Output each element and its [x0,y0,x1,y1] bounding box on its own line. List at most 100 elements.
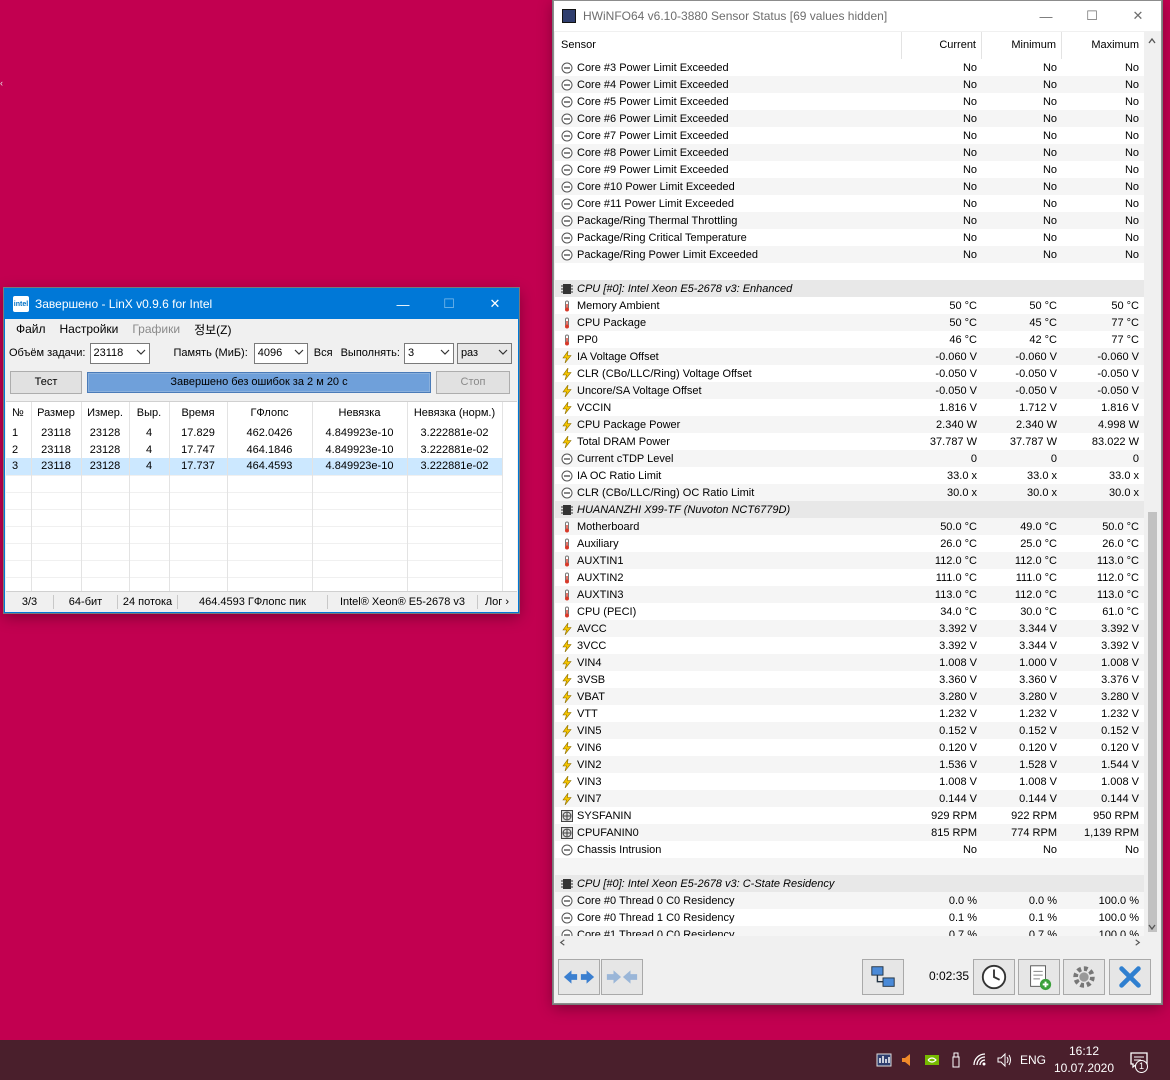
scroll-up-icon[interactable] [1147,36,1157,46]
log-button[interactable]: Лог › [478,595,516,609]
sensor-row[interactable]: Core #10 Power Limit Exceeded No No No [555,178,1145,195]
tray-clock[interactable]: 16:12 10.07.2020 [1052,1040,1116,1080]
sensor-row[interactable]: Core #4 Power Limit Exceeded No No No [555,76,1145,93]
sensor-row[interactable]: VIN3 1.008 V 1.008 V 1.008 V [555,773,1145,790]
collapse-button[interactable] [601,959,643,995]
menu-info[interactable]: 정보(Z) [187,321,238,338]
sensor-row[interactable]: VIN4 1.008 V 1.000 V 1.008 V [555,654,1145,671]
settings-button[interactable] [1063,959,1105,995]
sensor-row[interactable]: CPUFANIN0 815 RPM 774 RPM 1,139 RPM [555,824,1145,841]
scroll-thumb[interactable] [1148,512,1157,932]
sensor-row[interactable] [555,858,1145,875]
sensor-group-header[interactable]: CPU [#0]: Intel Xeon E5-2678 v3: Enhance… [555,280,1145,297]
sensor-row[interactable] [555,263,1145,280]
sensor-row[interactable]: Core #5 Power Limit Exceeded No No No [555,93,1145,110]
column-current[interactable]: Current [902,32,982,59]
tray-hwinfo[interactable] [872,1040,896,1080]
scroll-left-icon[interactable] [558,938,567,947]
sensor-row[interactable]: Core #8 Power Limit Exceeded No No No [555,144,1145,161]
maximize-button[interactable]: ☐ [1069,1,1115,31]
sensor-row[interactable]: VCCIN 1.816 V 1.712 V 1.816 V [555,399,1145,416]
hwinfo-titlebar[interactable]: HWiNFO64 v6.10-3880 Sensor Status [69 va… [554,1,1161,31]
sensor-row[interactable]: VIN7 0.144 V 0.144 V 0.144 V [555,790,1145,807]
sensor-row[interactable]: 3VCC 3.392 V 3.344 V 3.392 V [555,637,1145,654]
column-header[interactable]: Размер [31,402,82,424]
sensor-row[interactable]: AVCC 3.392 V 3.344 V 3.392 V [555,620,1145,637]
report-button[interactable] [1018,959,1060,995]
sensor-row[interactable]: Core #7 Power Limit Exceeded No No No [555,127,1145,144]
sensor-row[interactable]: PP0 46 °C 42 °C 77 °C [555,331,1145,348]
sensor-row[interactable]: VIN2 1.536 V 1.528 V 1.544 V [555,756,1145,773]
scroll-down-icon[interactable] [1147,922,1157,932]
column-header[interactable]: Невязка (норм.) [407,402,503,424]
sensor-row[interactable]: Core #11 Power Limit Exceeded No No No [555,195,1145,212]
maximize-button[interactable]: ☐ [426,289,472,319]
sensor-row[interactable]: VBAT 3.280 V 3.280 V 3.280 V [555,688,1145,705]
column-minimum[interactable]: Minimum [982,32,1062,59]
scroll-right-icon[interactable] [1133,938,1142,947]
sensor-row[interactable]: Core #6 Power Limit Exceeded No No No [555,110,1145,127]
menu-file[interactable]: Файл [9,322,53,336]
test-button[interactable]: Тест [10,370,82,394]
sensor-row[interactable]: IA OC Ratio Limit 33.0 x 33.0 x 33.0 x [555,467,1145,484]
column-header[interactable]: Выр. [129,402,170,424]
column-header[interactable]: ГФлопс [227,402,313,424]
sensor-row[interactable]: Memory Ambient 50 °C 50 °C 50 °C [555,297,1145,314]
column-maximum[interactable]: Maximum [1062,32,1144,59]
horizontal-scrollbar[interactable] [555,936,1145,949]
sensor-row[interactable]: Uncore/SA Voltage Offset -0.050 V -0.050 V… [555,382,1145,399]
sensor-row[interactable]: Total DRAM Power 37.787 W 37.787 W 83.022 W [555,433,1145,450]
tray-usb[interactable] [944,1040,968,1080]
minimize-button[interactable]: — [1023,1,1069,31]
sensor-group-header[interactable]: CPU [#0]: Intel Xeon E5-2678 v3: C-State… [555,875,1145,892]
network-button[interactable] [862,959,904,995]
tray-speaker[interactable] [896,1040,920,1080]
table-row[interactable]: 1 23118 23128 4 17.829 462.0426 4.849923e-10 3.… [6,424,503,441]
sensor-row[interactable]: VIN5 0.152 V 0.152 V 0.152 V [555,722,1145,739]
sensor-group-header[interactable]: HUANANZHI X99-TF (Nuvoton NCT6779D) [555,501,1145,518]
sensor-row[interactable]: Chassis Intrusion No No No [555,841,1145,858]
table-row[interactable]: 2 23118 23128 4 17.747 464.1846 4.849923e-10 3.… [6,441,503,458]
sensor-row[interactable]: Motherboard 50.0 °C 49.0 °C 50.0 °C [555,518,1145,535]
close-button[interactable]: ✕ [472,289,518,319]
minimize-button[interactable]: — [380,289,426,319]
sensor-row[interactable]: Core #3 Power Limit Exceeded No No No [555,59,1145,76]
sensor-row[interactable]: Current cTDP Level 0 0 0 [555,450,1145,467]
vertical-scrollbar[interactable] [1144,32,1161,936]
sensor-row[interactable]: Core #9 Power Limit Exceeded No No No [555,161,1145,178]
problem-size-combo[interactable]: 23118 [89,342,150,364]
menu-settings[interactable]: Настройки [53,322,126,336]
sensor-row[interactable]: AUXTIN3 113.0 °C 112.0 °C 113.0 °C [555,586,1145,603]
sensor-row[interactable]: 3VSB 3.360 V 3.360 V 3.376 V [555,671,1145,688]
table-row[interactable]: 3 23118 23128 4 17.737 464.4593 4.849923e-10 3.… [6,458,503,475]
sensor-row[interactable]: Package/Ring Critical Temperature No No No [555,229,1145,246]
sensor-row[interactable]: Core #0 Thread 1 C0 Residency 0.1 % 0.1 % 1… [555,909,1145,926]
column-header[interactable]: Время [169,402,228,424]
sensor-row[interactable]: AUXTIN1 112.0 °C 112.0 °C 113.0 °C [555,552,1145,569]
sensor-row[interactable]: VTT 1.232 V 1.232 V 1.232 V [555,705,1145,722]
expand-button[interactable] [558,959,600,995]
tray-notifications[interactable]: 1 [1122,1040,1156,1080]
column-header[interactable]: № [6,402,32,424]
sensor-row[interactable]: AUXTIN2 111.0 °C 111.0 °C 112.0 °C [555,569,1145,586]
sensor-row[interactable]: VIN6 0.120 V 0.120 V 0.120 V [555,739,1145,756]
memory-combo[interactable]: 4096 [253,342,308,364]
all-memory-label[interactable]: Вся [314,347,333,359]
tray-nvidia[interactable] [920,1040,944,1080]
sensor-row[interactable]: SYSFANIN 929 RPM 922 RPM 950 RPM [555,807,1145,824]
clock-button[interactable] [973,959,1015,995]
run-unit-combo[interactable]: раз [456,342,512,364]
column-header[interactable]: Невязка [312,402,408,424]
column-sensor[interactable]: Sensor [555,32,902,59]
sensor-row[interactable]: CPU Package 50 °C 45 °C 77 °C [555,314,1145,331]
column-header[interactable]: Измер. [81,402,130,424]
tray-volume[interactable] [992,1040,1016,1080]
sensor-row[interactable]: IA Voltage Offset -0.060 V -0.060 V -0.060 … [555,348,1145,365]
sensor-row[interactable]: CLR (CBo/LLC/Ring) OC Ratio Limit 30.0 x 3… [555,484,1145,501]
tray-network[interactable] [968,1040,992,1080]
linx-titlebar[interactable]: intel Завершено - LinX v0.9.6 for Intel … [5,289,518,319]
sensor-row[interactable]: CPU Package Power 2.340 W 2.340 W 4.998 W [555,416,1145,433]
sensor-row[interactable]: Auxiliary 26.0 °C 25.0 °C 26.0 °C [555,535,1145,552]
sensor-row[interactable]: Package/Ring Power Limit Exceeded No No No [555,246,1145,263]
sensor-row[interactable]: Core #1 Thread 0 C0 Residency 0.7 % 0.7 % 1… [555,926,1145,936]
